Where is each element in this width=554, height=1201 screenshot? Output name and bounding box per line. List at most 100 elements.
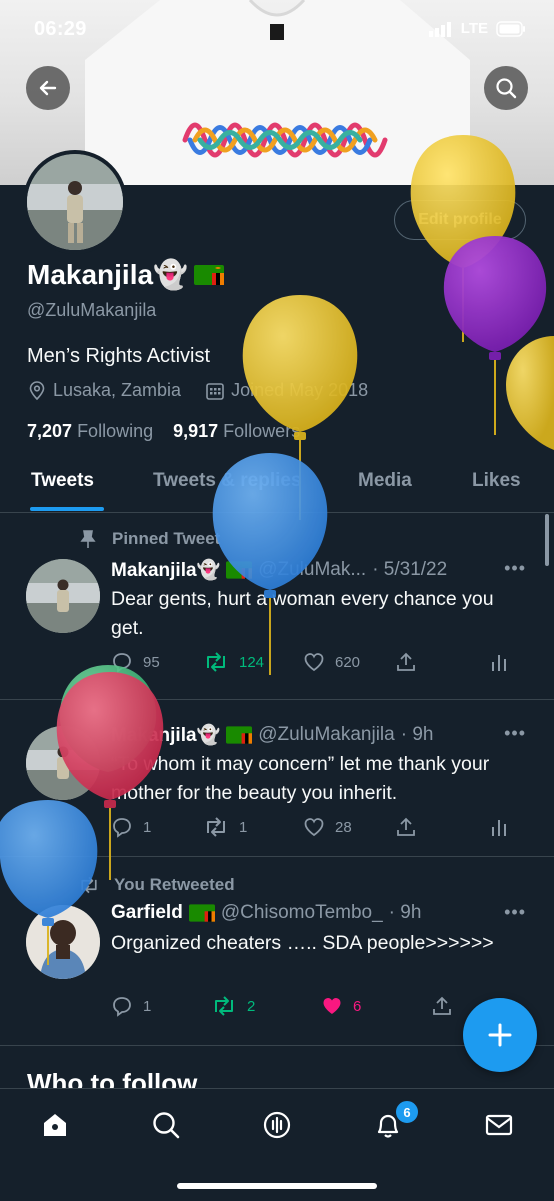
profile-joined: Joined May 2018 bbox=[231, 380, 369, 400]
reply-button[interactable]: 1 bbox=[111, 816, 203, 838]
avatar-photo bbox=[27, 154, 123, 250]
tweet-actions: 1 1 28 bbox=[111, 816, 521, 838]
tweet-context: Pinned Tweet bbox=[78, 529, 220, 549]
followers-link[interactable]: 9,917 Followers bbox=[173, 421, 300, 442]
share-button[interactable] bbox=[395, 651, 489, 673]
context-label: You Retweeted bbox=[114, 875, 235, 894]
tweet-header: Garfield @ChisomoTembo_ · 9h bbox=[111, 902, 421, 924]
heart-icon bbox=[304, 653, 324, 672]
followers-count: 9,917 bbox=[173, 421, 219, 441]
like-button[interactable]: 28 bbox=[303, 816, 395, 838]
tweet-author-handle: @ZuluMakanjila bbox=[258, 724, 395, 745]
retweet-button[interactable]: 124 bbox=[203, 651, 303, 673]
reply-count: 95 bbox=[143, 653, 160, 671]
balloon-purple bbox=[443, 236, 547, 435]
pin-icon bbox=[80, 530, 96, 548]
more-options-button[interactable]: ••• bbox=[504, 902, 526, 923]
tweet-time: · 9h bbox=[400, 724, 434, 745]
following-link[interactable]: 7,207 Following bbox=[27, 421, 153, 442]
profile-bio: Men’s Rights Activist bbox=[27, 345, 211, 367]
reply-button[interactable]: 1 bbox=[111, 995, 211, 1017]
nav-spaces[interactable] bbox=[259, 1107, 295, 1143]
status-indicators: LTE bbox=[428, 20, 526, 37]
tweet-text: Organized cheaters ….. SDA people>>>>>> bbox=[111, 932, 494, 954]
tweet-author-name[interactable]: Garfield bbox=[111, 902, 183, 924]
analytics-button[interactable] bbox=[489, 651, 509, 673]
search-button[interactable] bbox=[484, 66, 528, 110]
like-count: 28 bbox=[335, 818, 352, 836]
retweet-icon bbox=[207, 652, 225, 672]
nav-home[interactable] bbox=[37, 1107, 73, 1143]
network-label: LTE bbox=[460, 20, 488, 37]
follow-stats: 7,207 Following 9,917 Followers bbox=[27, 421, 300, 442]
reply-icon bbox=[113, 818, 131, 838]
spaces-microphone-icon bbox=[263, 1111, 291, 1139]
retweet-button[interactable]: 2 bbox=[211, 995, 321, 1017]
context-label: Pinned Tweet bbox=[112, 529, 221, 548]
back-button[interactable] bbox=[26, 66, 70, 110]
search-icon bbox=[496, 78, 517, 99]
tweet-item[interactable]: Makanjila👻 @ZuluMakanjila · 9h ••• “To w… bbox=[0, 700, 554, 857]
profile-display-name: Makanjila👻 bbox=[27, 258, 224, 291]
heart-icon bbox=[304, 818, 324, 837]
tab-likes[interactable]: Likes bbox=[472, 470, 521, 492]
share-icon bbox=[397, 817, 415, 836]
active-tab-indicator bbox=[30, 507, 104, 511]
profile-meta: Lusaka, Zambia Joined May 2018 bbox=[27, 380, 368, 401]
reply-count: 1 bbox=[143, 818, 152, 836]
tweet-author-name[interactable]: Makanjila👻 bbox=[111, 723, 220, 747]
analytics-icon bbox=[492, 655, 506, 671]
tweet-time: · 9h bbox=[388, 902, 422, 923]
nav-search[interactable] bbox=[148, 1107, 184, 1143]
avatar-photo bbox=[26, 559, 100, 633]
like-button[interactable]: 6 bbox=[321, 995, 431, 1017]
retweet-icon bbox=[207, 817, 225, 837]
following-label: Following bbox=[77, 421, 154, 441]
zambia-flag-icon bbox=[188, 904, 215, 922]
tweet-context: You Retweeted bbox=[78, 875, 235, 895]
nav-messages[interactable] bbox=[481, 1107, 517, 1143]
tweet-text: “To whom it may concern” let me thank yo… bbox=[111, 753, 490, 804]
calendar-icon bbox=[206, 382, 224, 400]
tweet-header: Makanjila👻 @ZuluMak... · 5/31/22 bbox=[111, 558, 447, 582]
retweet-count: 2 bbox=[247, 997, 256, 1015]
display-name-text: Makanjila👻 bbox=[27, 259, 188, 290]
status-time: 06:29 bbox=[34, 18, 87, 40]
like-button[interactable]: 620 bbox=[303, 651, 395, 673]
tab-tweets-replies[interactable]: Tweets & replies bbox=[153, 470, 302, 492]
like-count: 620 bbox=[335, 653, 361, 671]
tweet-avatar[interactable] bbox=[26, 559, 100, 633]
edit-profile-button[interactable]: Edit profile bbox=[394, 200, 526, 240]
share-button[interactable] bbox=[395, 816, 489, 838]
analytics-icon bbox=[492, 820, 506, 836]
analytics-button[interactable] bbox=[489, 816, 509, 838]
zambia-flag-icon bbox=[193, 264, 224, 285]
tweet-avatar[interactable] bbox=[26, 726, 100, 800]
tweet-item[interactable]: Pinned Tweet Makanjila👻 @ZuluMak... · 5/… bbox=[0, 513, 554, 700]
retweet-button[interactable]: 1 bbox=[203, 816, 303, 838]
reply-button[interactable]: 95 bbox=[111, 651, 203, 673]
plus-icon bbox=[488, 1023, 512, 1047]
envelope-icon bbox=[485, 1114, 513, 1136]
share-button[interactable] bbox=[431, 995, 453, 1017]
tab-media[interactable]: Media bbox=[358, 470, 412, 492]
compose-tweet-button[interactable] bbox=[463, 998, 537, 1072]
tweet-avatar[interactable] bbox=[26, 905, 100, 979]
followers-label: Followers bbox=[223, 421, 301, 441]
profile-handle: @ZuluMakanjila bbox=[27, 300, 157, 320]
home-indicator[interactable] bbox=[177, 1183, 377, 1189]
retweet-count: 124 bbox=[239, 653, 265, 671]
tweet-author-handle: @ZuluMak... bbox=[258, 559, 367, 580]
profile-avatar[interactable] bbox=[23, 150, 127, 254]
more-options-button[interactable]: ••• bbox=[504, 558, 526, 579]
balloon-yellow-right bbox=[506, 336, 554, 450]
search-icon bbox=[153, 1112, 180, 1139]
tweet-author-name[interactable]: Makanjila👻 bbox=[111, 558, 220, 582]
profile-location: Lusaka, Zambia bbox=[53, 380, 182, 400]
heart-filled-icon bbox=[323, 998, 341, 1014]
tab-tweets[interactable]: Tweets bbox=[31, 470, 94, 492]
signal-icon bbox=[428, 21, 451, 37]
battery-icon bbox=[496, 20, 525, 37]
more-options-button[interactable]: ••• bbox=[504, 723, 526, 744]
tweet-text: Dear gents, hurt a woman every chance yo… bbox=[111, 588, 494, 639]
